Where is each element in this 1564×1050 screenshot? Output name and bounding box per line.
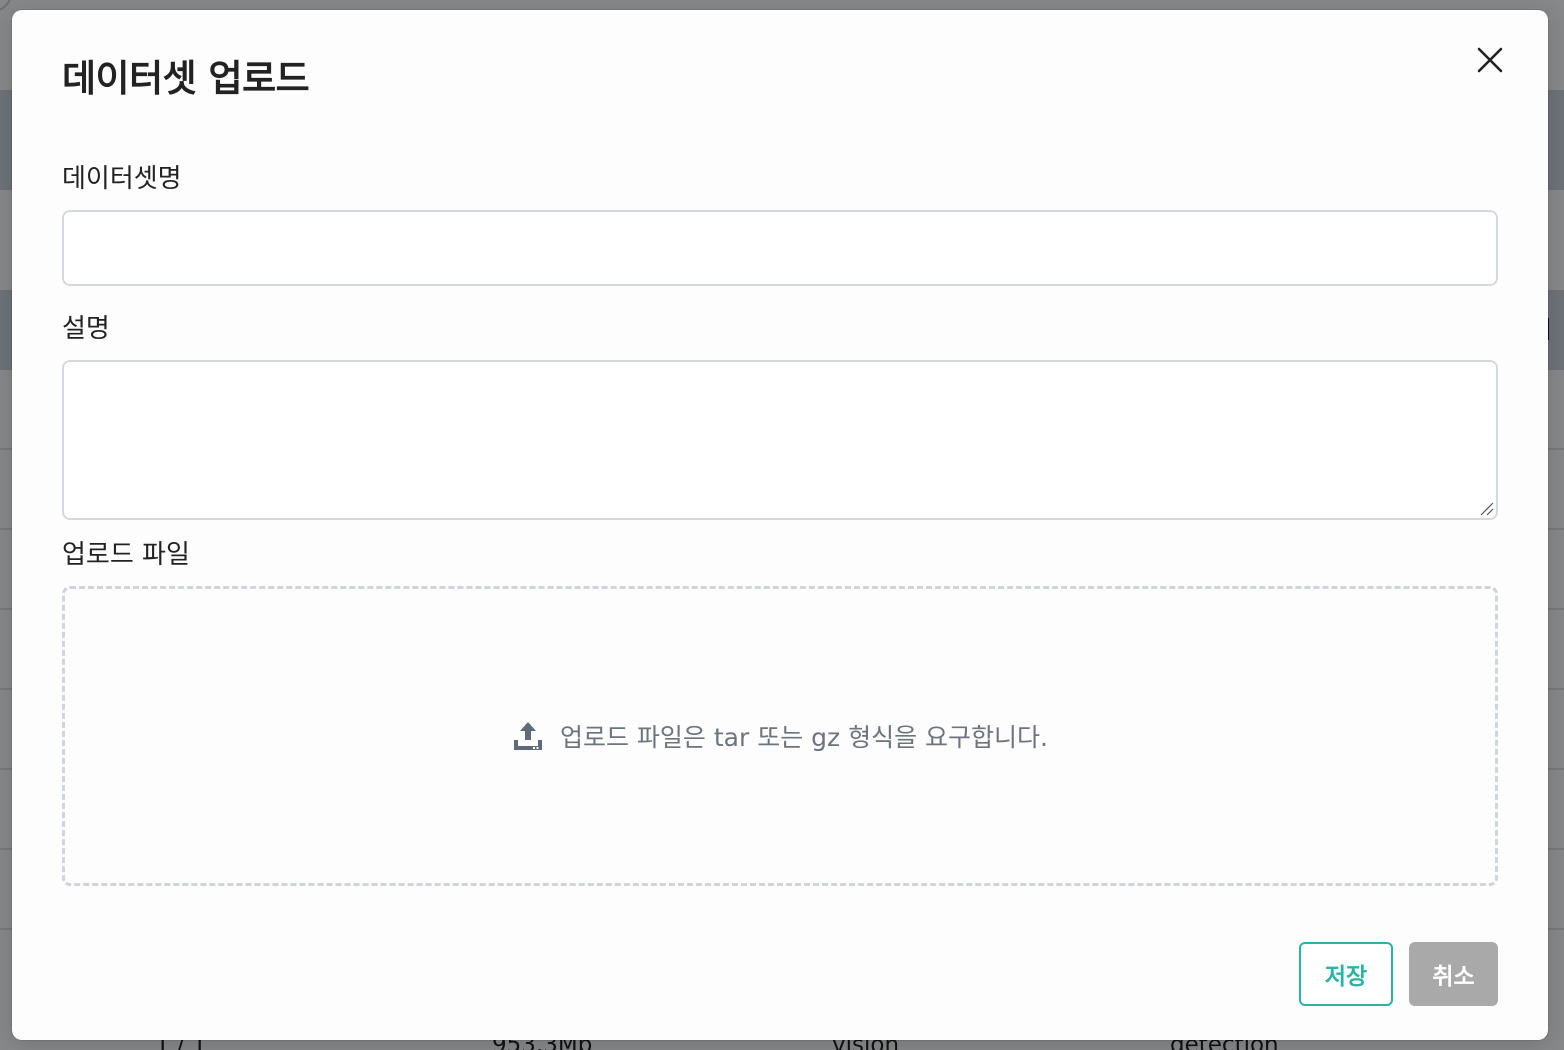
save-button[interactable]: 저장: [1299, 942, 1393, 1006]
textarea-resize-handle[interactable]: [1478, 500, 1494, 516]
cancel-button[interactable]: 취소: [1409, 942, 1498, 1006]
close-button[interactable]: [1470, 40, 1510, 80]
close-icon: [1477, 47, 1503, 73]
description-textarea[interactable]: [62, 360, 1498, 520]
dataset-upload-modal: 데이터셋 업로드 데이터셋명 설명 업로드 파일 업로드 파일은 tar 또는 …: [12, 10, 1548, 1040]
upload-file-label: 업로드 파일: [62, 540, 190, 570]
description-label: 설명: [62, 314, 110, 344]
upload-icon: [512, 720, 544, 752]
dropzone-hint-text: 업로드 파일은 tar 또는 gz 형식을 요구합니다.: [559, 723, 1049, 752]
dataset-name-label: 데이터셋명: [62, 164, 182, 194]
dataset-name-input[interactable]: [62, 210, 1498, 286]
file-dropzone[interactable]: 업로드 파일은 tar 또는 gz 형식을 요구합니다.: [62, 586, 1498, 886]
modal-title: 데이터셋 업로드: [62, 57, 310, 100]
